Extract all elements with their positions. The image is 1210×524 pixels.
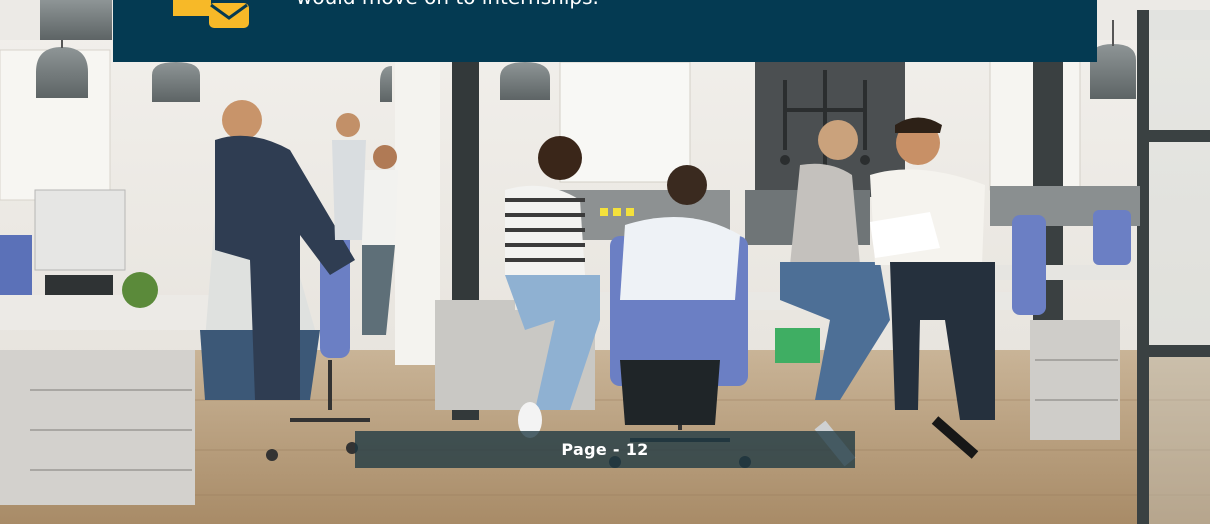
page-label-bar: Page - 12	[355, 431, 855, 468]
banner-text: would move on to internships.	[296, 0, 599, 12]
folder-envelope-icon	[173, 0, 249, 28]
page-number-label: Page - 12	[561, 440, 649, 459]
slide: would move on to internships. Page - 12	[0, 0, 1210, 524]
top-banner: would move on to internships.	[113, 0, 1097, 62]
